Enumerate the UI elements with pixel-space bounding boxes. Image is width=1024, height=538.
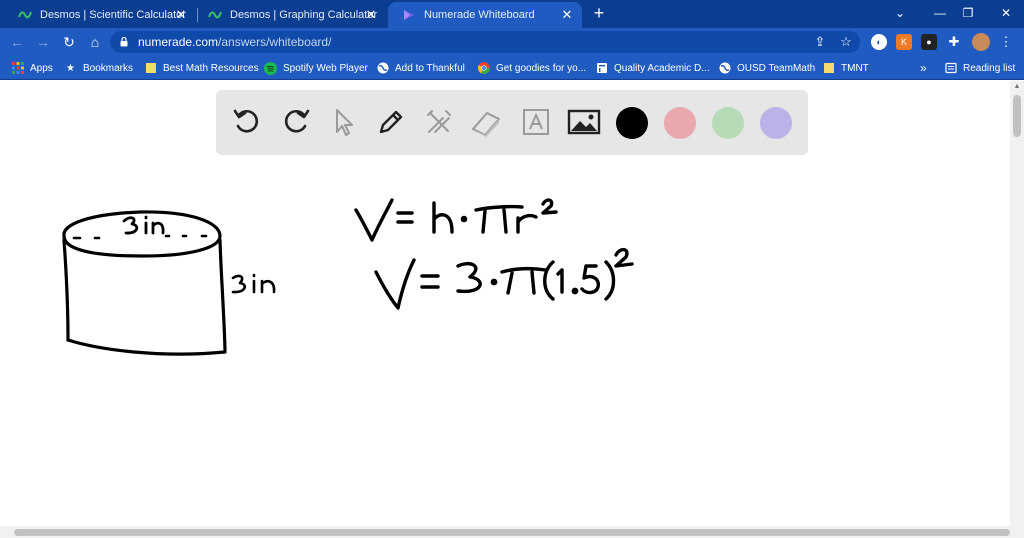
share-icon[interactable]: ⇪ bbox=[812, 34, 828, 50]
folder-icon bbox=[144, 62, 157, 75]
bookmark-spotify[interactable]: Spotify Web Player bbox=[264, 60, 368, 76]
bookmark-bookmarks[interactable]: ★ Bookmarks bbox=[64, 60, 133, 76]
scrollbar-thumb[interactable] bbox=[1013, 95, 1021, 137]
new-tab-icon[interactable]: + bbox=[591, 4, 607, 22]
puzzle-icon[interactable]: ✚ bbox=[946, 34, 962, 50]
bookmark-label: Apps bbox=[30, 62, 53, 74]
lock-icon bbox=[120, 37, 128, 47]
scrollbar-thumb[interactable] bbox=[14, 529, 1010, 536]
extension-icon[interactable]: ◐ bbox=[871, 34, 887, 50]
bookmark-label: Bookmarks bbox=[83, 62, 134, 74]
avatar[interactable] bbox=[972, 33, 990, 51]
spotify-icon bbox=[264, 61, 277, 75]
desmos-icon bbox=[18, 11, 32, 19]
image-icon[interactable] bbox=[566, 104, 602, 140]
horizontal-scrollbar[interactable] bbox=[0, 526, 1024, 538]
whiteboard-toolbar bbox=[216, 90, 808, 155]
url-text: numerade.com/answers/whiteboard/ bbox=[138, 35, 331, 49]
undo-icon[interactable] bbox=[230, 104, 266, 140]
bookmark-label: Get goodies for yo... bbox=[496, 62, 587, 74]
color-swatch-green[interactable] bbox=[712, 107, 744, 139]
color-swatch-pink[interactable] bbox=[664, 107, 696, 139]
vertical-scrollbar[interactable]: ▲ bbox=[1010, 81, 1024, 526]
numerade-icon bbox=[404, 10, 414, 20]
eraser-icon[interactable] bbox=[468, 104, 504, 140]
extension-icon[interactable]: ● bbox=[921, 34, 937, 50]
bookmark-tmnt[interactable]: TMNT bbox=[822, 60, 869, 76]
bookmark-apps[interactable]: Apps bbox=[11, 60, 53, 76]
reading-list-icon bbox=[944, 62, 957, 75]
address-bar[interactable]: numerade.com/answers/whiteboard/ ⇪ ☆ bbox=[110, 31, 860, 53]
globe-icon bbox=[376, 62, 389, 75]
bookmark-label: Best Math Resources bbox=[163, 62, 259, 74]
url-path: /answers/whiteboard/ bbox=[218, 35, 332, 49]
star-icon[interactable]: ☆ bbox=[838, 34, 854, 50]
bookmark-add-to-thankful[interactable]: Add to Thankful bbox=[376, 60, 465, 76]
tab-numerade-whiteboard[interactable]: Numerade Whiteboard ✕ bbox=[388, 2, 582, 28]
close-icon[interactable]: ✕ bbox=[174, 8, 188, 22]
forward-icon[interactable]: → bbox=[34, 33, 52, 51]
chrome-icon bbox=[477, 62, 490, 75]
bookmark-label: OUSD TeamMath bbox=[737, 62, 816, 74]
tab-strip: Desmos | Scientific Calculator ✕ Desmos … bbox=[0, 0, 1024, 28]
pen-icon[interactable] bbox=[373, 104, 409, 140]
folder-icon bbox=[822, 62, 835, 75]
window-close-icon[interactable]: ✕ bbox=[996, 4, 1016, 22]
apps-grid-icon bbox=[11, 62, 24, 75]
color-swatch-black[interactable] bbox=[616, 107, 648, 139]
bookmark-ousd-teammath[interactable]: OUSD TeamMath bbox=[718, 60, 815, 76]
tab-title: Numerade Whiteboard bbox=[424, 9, 535, 21]
bookmark-get-goodies[interactable]: Get goodies for yo... bbox=[477, 60, 586, 76]
redo-icon[interactable] bbox=[277, 104, 313, 140]
reading-list[interactable]: Reading list bbox=[944, 60, 1015, 76]
tab-desmos-graphing[interactable]: Desmos | Graphing Calculator ✕ bbox=[194, 2, 386, 28]
menu-icon[interactable]: ⋮ bbox=[998, 34, 1014, 50]
restore-icon[interactable]: ❐ bbox=[958, 4, 978, 22]
globe-icon bbox=[718, 62, 731, 75]
back-icon[interactable]: ← bbox=[8, 33, 26, 51]
bookmarks-overflow-icon[interactable]: » bbox=[920, 60, 927, 76]
bookmark-label: Add to Thankful bbox=[395, 62, 465, 74]
scroll-up-icon[interactable]: ▲ bbox=[1013, 83, 1021, 91]
minimize-icon[interactable]: — bbox=[930, 4, 950, 22]
close-icon[interactable]: ✕ bbox=[560, 8, 574, 22]
tab-desmos-scientific[interactable]: Desmos | Scientific Calculator ✕ bbox=[4, 2, 196, 28]
close-icon[interactable]: ✕ bbox=[364, 8, 378, 22]
bookmark-label: Spotify Web Player bbox=[283, 62, 368, 74]
bookmark-label: Quality Academic D... bbox=[614, 62, 710, 74]
text-icon[interactable] bbox=[518, 104, 554, 140]
color-swatch-purple[interactable] bbox=[760, 107, 792, 139]
url-domain: numerade.com bbox=[138, 35, 219, 49]
bookmark-best-math-resources[interactable]: Best Math Resources bbox=[144, 60, 259, 76]
tab-title: Desmos | Graphing Calculator bbox=[230, 9, 378, 21]
desmos-icon bbox=[208, 11, 222, 19]
bookmarks-bar: Apps ★ Bookmarks Best Math Resources Spo… bbox=[0, 56, 1024, 80]
reload-icon[interactable]: ↻ bbox=[60, 33, 78, 51]
star-icon: ★ bbox=[66, 62, 75, 74]
tab-title: Desmos | Scientific Calculator bbox=[40, 9, 186, 21]
reading-list-label: Reading list bbox=[963, 62, 1016, 74]
extension-icon[interactable]: K bbox=[896, 34, 912, 50]
tools-icon[interactable] bbox=[421, 104, 457, 140]
bookmark-label: TMNT bbox=[841, 62, 869, 74]
document-icon bbox=[595, 62, 608, 75]
bookmark-quality-academic[interactable]: Quality Academic D... bbox=[595, 60, 710, 76]
home-icon[interactable]: ⌂ bbox=[86, 33, 104, 51]
pointer-icon[interactable] bbox=[326, 104, 362, 140]
chevron-down-icon[interactable]: ⌄ bbox=[890, 4, 910, 22]
